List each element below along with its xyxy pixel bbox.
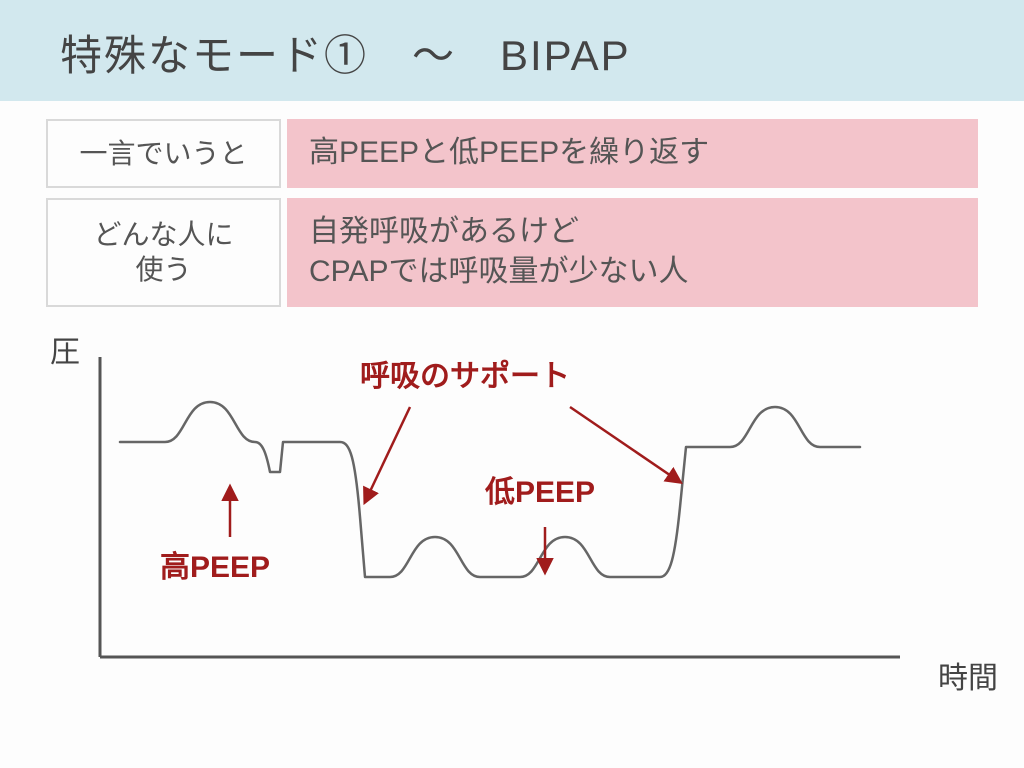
pressure-time-chart: 圧 時間 呼吸のサポート 低 — [90, 337, 978, 717]
page-title: 特殊なモード① 〜 BIPAP — [60, 22, 984, 83]
info-table: 一言でいうと 高PEEPと低PEEPを繰り返す どんな人に使う 自発呼吸があるけ… — [46, 119, 978, 307]
info-value-summary: 高PEEPと低PEEPを繰り返す — [287, 119, 978, 188]
info-label-indication: どんな人に使う — [46, 198, 281, 307]
info-row-summary: 一言でいうと 高PEEPと低PEEPを繰り返す — [46, 119, 978, 188]
info-label-summary: 一言でいうと — [46, 119, 281, 188]
annotation-high-peep: 高PEEP — [160, 542, 270, 586]
title-bar: 特殊なモード① 〜 BIPAP — [0, 0, 1024, 101]
info-row-indication: どんな人に使う 自発呼吸があるけどCPAPでは呼吸量が少ない人 — [46, 198, 978, 307]
info-value-indication: 自発呼吸があるけどCPAPでは呼吸量が少ない人 — [287, 198, 978, 307]
waveform-svg — [90, 357, 950, 687]
annotation-low-peep: 低PEEP — [485, 467, 595, 511]
annotation-support: 呼吸のサポート — [360, 351, 570, 395]
y-axis-label: 圧 — [50, 327, 80, 371]
